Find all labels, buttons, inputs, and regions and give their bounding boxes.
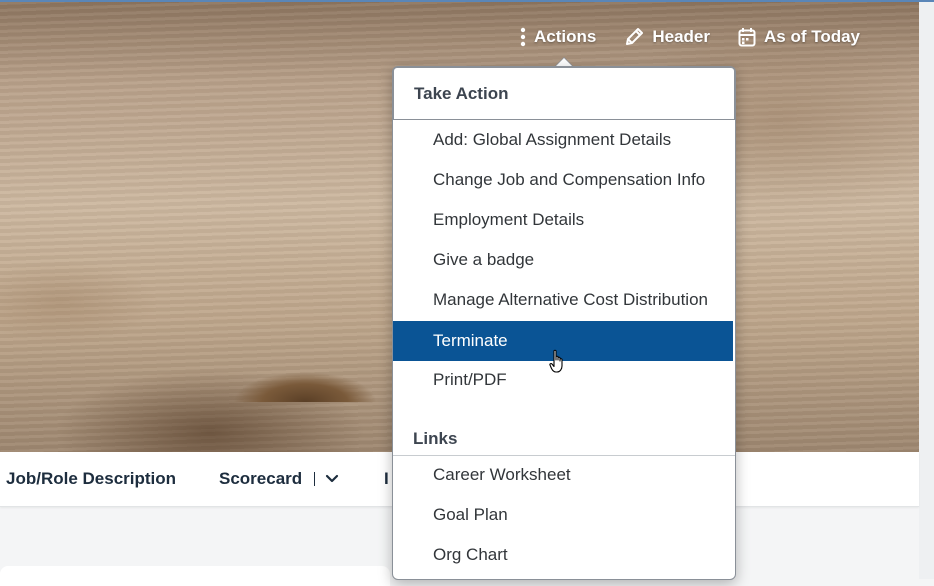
as-of-today-label: As of Today: [763, 27, 861, 46]
tab-job-role-description[interactable]: Job/Role Description: [6, 452, 176, 506]
menu-item-label: Employment Details: [433, 210, 585, 229]
content-card: [0, 566, 390, 586]
pencil-icon: [624, 27, 644, 47]
group-header-label: Links: [413, 429, 458, 448]
menu-item-label: Terminate: [433, 331, 508, 350]
header-button-label: Header: [652, 27, 710, 46]
menu-item-label: Career Worksheet: [433, 465, 571, 484]
menu-group-header-links: Links: [393, 423, 735, 456]
menu-item-label: Manage Alternative Cost Distribution: [433, 290, 708, 309]
menu-item-label: Add: Global Assignment Details: [433, 130, 672, 149]
scrollbar-track[interactable]: [919, 2, 934, 579]
tab-label: Job/Role Description: [6, 469, 177, 488]
background-rocks: [210, 350, 400, 402]
tab-truncated[interactable]: I: [384, 452, 389, 506]
menu-item-label: Goal Plan: [433, 505, 508, 524]
header-actions-bar: Actions Header As of Today: [520, 24, 860, 50]
group-header-label: Take Action: [414, 83, 509, 103]
hand-pointer-cursor-icon: [549, 349, 567, 380]
tab-separator: [314, 472, 316, 486]
menu-item-add-global-assignment[interactable]: Add: Global Assignment Details: [393, 120, 733, 160]
tab-label: I: [384, 469, 389, 488]
menu-item-give-badge[interactable]: Give a badge: [393, 240, 733, 280]
tab-label: Scorecard: [219, 469, 303, 488]
chevron-down-icon[interactable]: [325, 469, 339, 489]
menu-item-label: Give a badge: [433, 250, 535, 269]
menu-item-label: Change Job and Compensation Info: [433, 170, 706, 189]
menu-item-org-chart[interactable]: Org Chart: [393, 535, 733, 575]
menu-item-manage-alternative-cost[interactable]: Manage Alternative Cost Distribution: [393, 280, 733, 320]
menu-group-header-take-action: Take Action: [393, 67, 735, 120]
menu-item-employment-details[interactable]: Employment Details: [393, 200, 733, 240]
actions-button-label: Actions: [534, 27, 597, 46]
menu-item-career-worksheet[interactable]: Career Worksheet: [393, 455, 733, 495]
actions-menu-popover: Take Action Add: Global Assignment Detai…: [392, 66, 736, 580]
as-of-today-button[interactable]: As of Today: [738, 27, 860, 47]
menu-item-change-job-compensation[interactable]: Change Job and Compensation Info: [393, 160, 733, 200]
header-button[interactable]: Header: [624, 27, 710, 47]
tab-scorecard[interactable]: Scorecard: [219, 452, 339, 506]
menu-item-goal-plan[interactable]: Goal Plan: [393, 495, 733, 535]
menu-item-label: Print/PDF: [433, 370, 507, 389]
menu-item-label: Org Chart: [433, 545, 508, 564]
vertical-ellipsis-icon: [520, 27, 526, 47]
calendar-icon: [738, 27, 756, 47]
actions-button[interactable]: Actions: [520, 27, 596, 47]
